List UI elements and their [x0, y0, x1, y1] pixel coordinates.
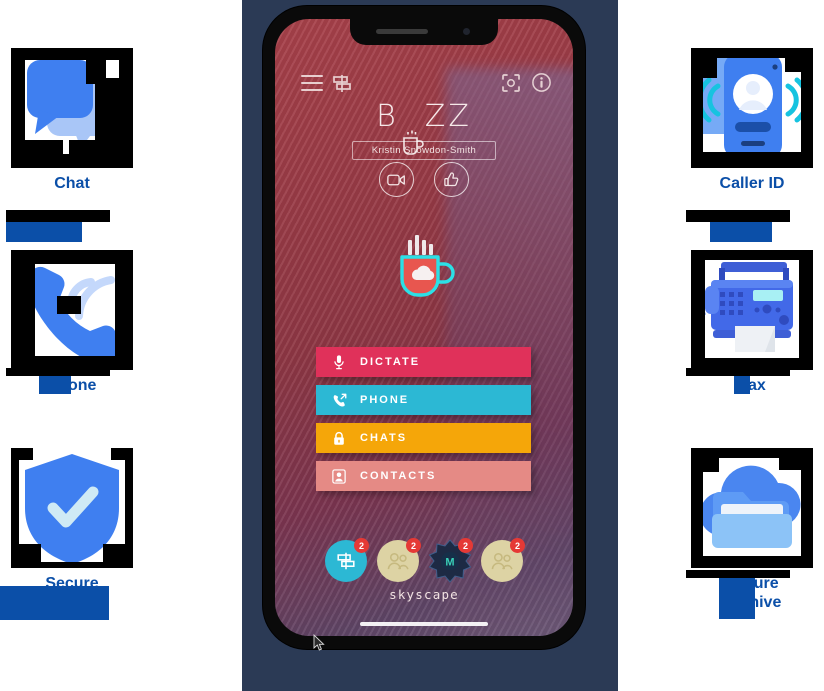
circle-button-row	[379, 162, 469, 197]
app-logo-right: ZZ	[424, 99, 472, 134]
feature-phone[interactable]: Phone	[0, 250, 152, 395]
avatar-star-m[interactable]: M 2	[428, 538, 473, 583]
avatar-group-1[interactable]: 2	[377, 538, 421, 582]
phone-out-icon	[326, 393, 352, 408]
info-icon[interactable]	[532, 73, 551, 92]
microphone-icon	[326, 354, 352, 370]
feature-chat-label: Chat	[54, 175, 90, 192]
feature-caller-id-label-redaction	[710, 220, 772, 242]
app-topbar	[275, 73, 573, 95]
avatar-badge: 2	[406, 538, 421, 553]
feature-chat-label-redaction	[6, 220, 82, 242]
feature-secure[interactable]: Secure	[0, 448, 152, 620]
mouse-cursor	[313, 633, 325, 652]
two-people-icon	[387, 552, 409, 570]
feature-secure-archive-label-redaction	[719, 577, 755, 619]
signpost-icon[interactable]	[331, 73, 353, 93]
cloud-folder-icon	[691, 448, 813, 568]
menu-item-dictate-label: DICTATE	[360, 356, 421, 368]
avatar-badge: 2	[354, 538, 369, 553]
fax-machine-icon	[691, 250, 813, 370]
user-name-field[interactable]: Kristin Snowdon-Smith	[352, 141, 496, 160]
menu-item-chats-label: CHATS	[360, 432, 408, 444]
feature-phone-label-redaction	[39, 374, 71, 394]
svg-text:M: M	[445, 557, 454, 569]
chat-bubbles-icon	[11, 48, 133, 168]
avatar-signpost[interactable]: 2	[325, 538, 369, 582]
avatar-group-2[interactable]: 2	[481, 538, 525, 582]
avatar-row: 2 2 M 2 2	[325, 538, 525, 583]
scan-qr-icon[interactable]	[501, 73, 521, 93]
app-logo-left: B	[376, 99, 399, 134]
phone-notch	[350, 19, 498, 45]
main-menu: DICTATE PHONE CHATS CONTACTS	[316, 347, 531, 499]
app-logo: B ZZ	[275, 99, 573, 155]
home-indicator[interactable]	[360, 622, 488, 626]
hamburger-menu-icon[interactable]	[301, 75, 323, 91]
feature-chat[interactable]: Chat	[0, 48, 152, 242]
menu-item-phone-label: PHONE	[360, 394, 410, 406]
feature-secure-label-redaction	[0, 586, 109, 620]
menu-item-contacts[interactable]: CONTACTS	[316, 461, 531, 491]
feature-caller-id[interactable]: Caller ID	[672, 48, 824, 242]
phone-screen: B ZZ Kristin Snowdon-Smith DICTATE PHONE…	[275, 19, 573, 636]
contact-person-icon	[326, 468, 352, 484]
avatar-badge: 2	[510, 538, 525, 553]
thumbs-up-icon	[444, 172, 459, 187]
two-people-icon	[491, 552, 513, 570]
feature-fax-label-redaction	[734, 374, 750, 394]
ringing-phone-icon	[11, 250, 133, 370]
lock-icon	[326, 431, 352, 446]
feature-phone-label: Phone	[47, 377, 97, 394]
thumbs-up-button[interactable]	[434, 162, 469, 197]
shield-check-icon	[11, 448, 133, 568]
front-camera	[463, 28, 470, 35]
feature-secure-archive[interactable]: Secure Archive	[672, 448, 824, 619]
caller-id-phone-icon	[691, 48, 813, 168]
signpost-icon	[337, 552, 355, 570]
screenshot-root: B ZZ Kristin Snowdon-Smith DICTATE PHONE…	[0, 0, 824, 691]
feature-fax[interactable]: Fax	[672, 250, 824, 395]
menu-item-dictate[interactable]: DICTATE	[316, 347, 531, 377]
video-call-button[interactable]	[379, 162, 414, 197]
feature-caller-id-label: Caller ID	[719, 175, 785, 192]
earpiece-speaker	[376, 29, 428, 34]
skyscape-brand: skyscape	[389, 587, 459, 602]
coffee-mug-cloud-icon	[382, 226, 466, 310]
user-name-value: Kristin Snowdon-Smith	[371, 145, 477, 156]
phone-device-frame: B ZZ Kristin Snowdon-Smith DICTATE PHONE…	[263, 6, 585, 649]
menu-item-contacts-label: CONTACTS	[360, 470, 437, 482]
menu-item-chats[interactable]: CHATS	[316, 423, 531, 453]
avatar-badge: 2	[458, 538, 473, 553]
video-camera-icon	[387, 174, 405, 185]
menu-item-phone[interactable]: PHONE	[316, 385, 531, 415]
